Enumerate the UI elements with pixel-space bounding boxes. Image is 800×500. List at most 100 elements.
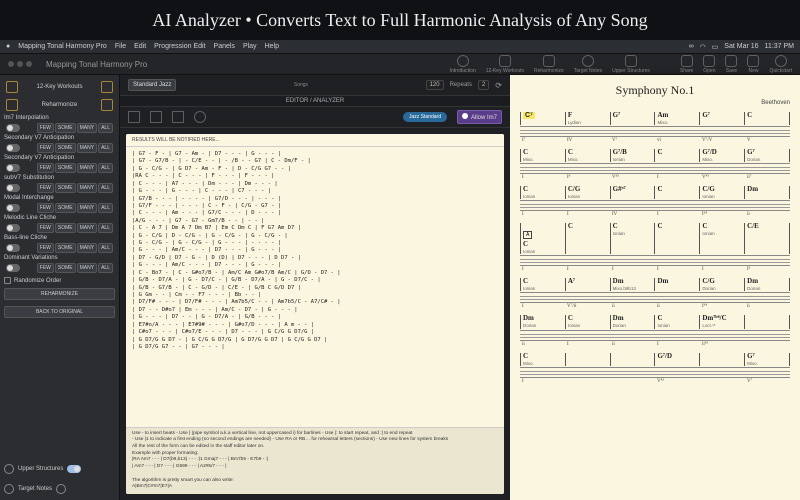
app-name[interactable]: Mapping Tonal Harmony Pro: [18, 43, 107, 50]
seg-few[interactable]: FEW: [37, 183, 54, 193]
allow-im7-toggle[interactable]: Allow Im7: [457, 110, 502, 124]
measure[interactable]: A⁷: [565, 278, 610, 291]
seg-few[interactable]: FEW: [37, 263, 54, 273]
seg-some[interactable]: SOME: [55, 203, 76, 213]
reload-icon[interactable]: [6, 81, 18, 93]
menu-file[interactable]: File: [115, 43, 126, 50]
measure[interactable]: Dm: [654, 278, 699, 291]
workouts-icon[interactable]: [499, 55, 511, 67]
measure[interactable]: G#ᵒ⁷: [610, 186, 655, 199]
jazz-standard-pill[interactable]: Jazz Standard: [403, 112, 447, 122]
measure[interactable]: DmDorian: [520, 315, 565, 329]
cycle-icon[interactable]: ⟳: [495, 81, 502, 90]
seg-few[interactable]: FEW: [37, 203, 54, 213]
copy-icon[interactable]: [128, 111, 140, 123]
measure[interactable]: CMixo.: [520, 353, 565, 366]
measure[interactable]: AmMixo.: [654, 112, 699, 125]
measure[interactable]: [699, 353, 744, 366]
new-icon[interactable]: [747, 55, 759, 67]
save-icon[interactable]: [725, 55, 737, 67]
upper-structures-panel-icon[interactable]: [4, 464, 14, 474]
measure[interactable]: C⁷: [520, 112, 565, 125]
wifi-icon[interactable]: ◠: [700, 43, 706, 51]
seg-some[interactable]: SOME: [55, 143, 76, 153]
open-icon[interactable]: [703, 55, 715, 67]
seg-all[interactable]: ALL: [98, 243, 113, 253]
measure[interactable]: [565, 353, 610, 366]
measure[interactable]: C: [654, 186, 699, 199]
measure[interactable]: G⁷: [610, 112, 655, 125]
measure[interactable]: C/GIonian: [699, 186, 744, 199]
measure[interactable]: G⁷Mixo.: [744, 353, 790, 366]
seg-many[interactable]: MANY: [77, 203, 97, 213]
option-toggle[interactable]: [6, 124, 20, 132]
seg-some[interactable]: SOME: [55, 183, 76, 193]
seg-many[interactable]: MANY: [77, 243, 97, 253]
menu-progression-edit[interactable]: Progression Edit: [154, 43, 205, 50]
measure[interactable]: CMixo.: [520, 149, 565, 162]
bluetooth-icon[interactable]: ∞: [689, 43, 694, 50]
menu-help[interactable]: Help: [265, 43, 279, 50]
target-notes-panel-icon[interactable]: [4, 484, 14, 494]
edit-icon[interactable]: [6, 99, 18, 111]
measure[interactable]: CIonian: [654, 315, 699, 329]
measure[interactable]: CIonian: [520, 186, 565, 199]
style-select[interactable]: Standard Jazz: [128, 79, 176, 91]
back-to-original-button[interactable]: BACK TO ORIGINAL: [4, 306, 115, 318]
measure[interactable]: C: [565, 223, 610, 254]
option-toggle[interactable]: [6, 184, 20, 192]
measure[interactable]: G⁷/BIonian: [610, 149, 655, 162]
seg-many[interactable]: MANY: [77, 183, 97, 193]
target-notes-open-icon[interactable]: [56, 484, 66, 494]
option-toggle[interactable]: [6, 224, 20, 232]
paste-icon[interactable]: [150, 111, 162, 123]
seg-all[interactable]: ALL: [98, 263, 113, 273]
measure[interactable]: G⁷/D: [654, 353, 699, 366]
measure[interactable]: C: [744, 112, 790, 125]
reharmonize-button[interactable]: REHARMONIZE: [4, 288, 115, 300]
measure[interactable]: C/GIonian: [565, 186, 610, 199]
seg-some[interactable]: SOME: [55, 123, 76, 133]
option-toggle[interactable]: [6, 204, 20, 212]
measure[interactable]: [744, 315, 790, 329]
measure[interactable]: C/E: [744, 223, 790, 254]
measure[interactable]: CMixo.: [565, 149, 610, 162]
seg-some[interactable]: SOME: [55, 163, 76, 173]
target-notes-icon[interactable]: [582, 55, 594, 67]
share-icon[interactable]: [681, 55, 693, 67]
export-icon[interactable]: [172, 111, 184, 123]
measure[interactable]: CIonian: [565, 315, 610, 329]
seg-few[interactable]: FEW: [37, 223, 54, 233]
seg-some[interactable]: SOME: [55, 223, 76, 233]
reharmonize-icon[interactable]: [543, 55, 555, 67]
seg-all[interactable]: ALL: [98, 203, 113, 213]
measure[interactable]: DmMixo.b9b13: [610, 278, 655, 291]
tempo-value[interactable]: 120: [426, 80, 444, 90]
measure[interactable]: G⁷Dorian: [744, 149, 790, 162]
measure[interactable]: C: [654, 223, 699, 254]
seg-all[interactable]: ALL: [98, 143, 113, 153]
menubar-time[interactable]: 11:37 PM: [765, 43, 794, 50]
option-toggle[interactable]: [6, 164, 20, 172]
measure[interactable]: [610, 353, 655, 366]
menubar-date[interactable]: Sat Mar 16: [724, 43, 758, 50]
reharm-open-icon[interactable]: [101, 99, 113, 111]
option-toggle[interactable]: [6, 144, 20, 152]
battery-icon[interactable]: ▭: [712, 43, 719, 51]
chord-text-editor[interactable]: | G7 - F - | G7 - Am - | D7 - - - | G - …: [126, 147, 504, 427]
seg-few[interactable]: FEW: [37, 123, 54, 133]
measure[interactable]: C/GDorian: [699, 278, 744, 291]
upper-structures-icon[interactable]: [625, 55, 637, 67]
measure[interactable]: ACIonian: [520, 223, 565, 254]
measure[interactable]: DmDorian: [610, 315, 655, 329]
seg-some[interactable]: SOME: [55, 243, 76, 253]
workouts-open-icon[interactable]: [101, 81, 113, 93]
seg-many[interactable]: MANY: [77, 143, 97, 153]
refresh-icon[interactable]: [194, 111, 206, 123]
option-toggle[interactable]: [6, 244, 20, 252]
seg-few[interactable]: FEW: [37, 163, 54, 173]
quickstart-icon[interactable]: [775, 55, 787, 67]
randomize-order-check[interactable]: Randomize Order: [4, 277, 115, 284]
measure[interactable]: DmDorian: [744, 278, 790, 291]
window-traffic-lights[interactable]: [8, 61, 32, 67]
